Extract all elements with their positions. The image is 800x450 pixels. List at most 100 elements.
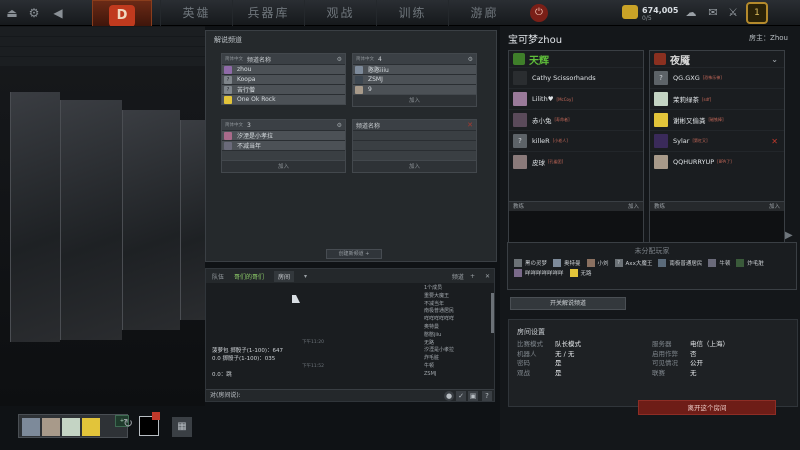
channel-slot bbox=[222, 150, 345, 160]
channel-settings-icon[interactable]: ⚙ bbox=[337, 56, 342, 63]
avatar bbox=[224, 95, 232, 104]
avatar bbox=[514, 259, 522, 267]
team-header[interactable]: 夜魇 ⌄ bbox=[650, 51, 784, 67]
tab-party[interactable]: 哥们的哥们 bbox=[234, 272, 264, 281]
player-slot[interactable]: 皮球 [孔雀团] bbox=[509, 151, 643, 172]
team-radiant: 天辉 Cathy Scissorhands Lilith♥ [McCoy] 赤小兔… bbox=[508, 50, 644, 248]
lobby-title: 宝可梦zhou bbox=[508, 35, 563, 46]
chevron-down-icon[interactable]: ▾ bbox=[304, 273, 307, 280]
avatar bbox=[355, 75, 363, 84]
join-coach-button[interactable]: 加入 bbox=[769, 202, 780, 211]
chat-message: 0.0：跳 bbox=[212, 372, 232, 378]
chevron-right-icon[interactable]: ▶ bbox=[785, 230, 793, 241]
member[interactable]: 炸毛脏 bbox=[424, 355, 492, 363]
member[interactable]: 汐湮是小孝拉 bbox=[424, 347, 492, 355]
join-channel-button[interactable]: 加入 bbox=[353, 160, 476, 172]
friends-icon[interactable]: ▦ bbox=[172, 417, 192, 437]
mail-icon[interactable]: ✉ bbox=[704, 4, 722, 22]
top-bar: ⏏ ⚙ ◀ D 英雄 兵器库 观战 训练 游廊 ⏻ 674,005 0/5 ☁ … bbox=[0, 0, 800, 30]
channel-name: 4 bbox=[378, 55, 382, 63]
settings-gear-icon[interactable]: ⚙ bbox=[26, 5, 42, 21]
nav-arcade[interactable]: 游廊 bbox=[448, 0, 520, 26]
unassigned-player[interactable]: 咩咩咩咩咩咩咩 bbox=[514, 268, 564, 278]
help-icon[interactable]: ? bbox=[482, 391, 492, 401]
player-slot[interactable]: ? killeR [小老人] bbox=[509, 130, 643, 151]
avatar bbox=[654, 134, 668, 148]
message-time: 下午11:52 bbox=[302, 364, 324, 369]
notification-icon[interactable]: ☁ bbox=[682, 4, 700, 22]
player-slot[interactable]: QQHURRYUP [8PA了] bbox=[650, 151, 784, 172]
broadcast-channel: 简体中文 3 ⚙ 汐湮是小孝拉 不减当年 加入 bbox=[221, 119, 346, 173]
unassigned-title: 未分配玩家 bbox=[634, 247, 670, 255]
unassigned-player[interactable]: 小刘 bbox=[586, 258, 609, 268]
channel-slot bbox=[353, 130, 476, 140]
unassigned-player[interactable]: ? Axx大魔王 bbox=[614, 258, 652, 268]
nav-learn[interactable]: 训练 bbox=[376, 0, 448, 26]
member[interactable]: 奥特曼 bbox=[424, 324, 492, 332]
avatar: ? bbox=[224, 85, 232, 94]
join-channel-button[interactable]: 加入 bbox=[222, 160, 345, 172]
close-channel-icon[interactable]: ✕ bbox=[467, 121, 473, 129]
unassigned-player[interactable]: 炸毛脏 bbox=[736, 258, 764, 268]
chevron-down-icon[interactable]: ⌄ bbox=[771, 55, 778, 64]
nav-watch[interactable]: 观战 bbox=[304, 0, 376, 26]
unassigned-player[interactable]: 南极普通居民 bbox=[658, 258, 702, 268]
kick-player-icon[interactable]: ✕ bbox=[771, 137, 778, 146]
back-arrow-icon[interactable]: ◀ bbox=[50, 5, 66, 21]
add-channel-icon[interactable]: + bbox=[470, 273, 475, 280]
emoji-icon[interactable]: ● bbox=[444, 391, 454, 401]
toggle-broadcast-button[interactable]: 开关解说频道 bbox=[510, 297, 626, 310]
nav-armory[interactable]: 兵器库 bbox=[232, 0, 304, 26]
unassigned-player[interactable]: 黑の灵梦 bbox=[514, 258, 547, 268]
join-coach-button[interactable]: 加入 bbox=[628, 202, 639, 211]
chat-input[interactable]: 对(房间说): ● ✓ ▣ ? bbox=[206, 389, 494, 401]
voice-icon[interactable]: ▣ bbox=[468, 391, 478, 401]
channel-player: One Ok Rock bbox=[222, 94, 345, 104]
member[interactable]: 咩咩咩咩咩咩 bbox=[424, 316, 492, 324]
avatar bbox=[654, 92, 668, 106]
join-channel-button[interactable]: 加入 bbox=[353, 94, 476, 106]
close-chat-icon[interactable]: ✕ bbox=[485, 273, 490, 280]
player-slot[interactable]: 谢彬又偷粪 [磁铁棒] bbox=[650, 109, 784, 130]
refresh-icon[interactable]: ↻ bbox=[118, 416, 138, 436]
player-slot[interactable]: 茉莉绿茶 [sdf] bbox=[650, 88, 784, 109]
player-slot[interactable]: Lilith♥ [McCoy] bbox=[509, 88, 643, 109]
exit-icon[interactable]: ⏏ bbox=[4, 5, 20, 21]
panel-title: 解说频道 bbox=[214, 36, 242, 44]
unassigned-player[interactable]: 奥特曼 bbox=[553, 258, 581, 268]
channel-player: zhou bbox=[222, 64, 345, 74]
leave-lobby-button[interactable]: 离开这个房间 bbox=[638, 400, 776, 415]
dota-logo-icon: D bbox=[109, 5, 135, 27]
channel-slot bbox=[353, 150, 476, 160]
level-badge[interactable]: 1 bbox=[746, 2, 768, 24]
tab-team[interactable]: 队伍 bbox=[212, 272, 224, 281]
battle-pass-icon[interactable]: ⚔ bbox=[724, 4, 742, 22]
member[interactable]: ZSMJ bbox=[424, 371, 492, 379]
member[interactable]: 重要大魔王 bbox=[424, 293, 492, 301]
unassigned-player[interactable]: 牛顿 bbox=[708, 258, 730, 268]
tab-lobby[interactable]: 房间 bbox=[274, 270, 295, 282]
channel-label[interactable]: 频道 bbox=[452, 272, 464, 281]
chat-scrollbar[interactable] bbox=[491, 293, 494, 333]
create-channel-button[interactable]: 创建新频道 + bbox=[326, 249, 382, 259]
player-slot[interactable]: ? QG.GXG [恐怖乐神] bbox=[650, 67, 784, 88]
member[interactable]: 牛顿 bbox=[424, 363, 492, 371]
channel-settings-icon[interactable]: ⚙ bbox=[468, 56, 473, 63]
notification-badge-icon bbox=[152, 412, 160, 420]
avatar bbox=[224, 65, 232, 74]
unassigned-player[interactable]: 无路 bbox=[569, 268, 592, 278]
radiant-emblem-icon bbox=[513, 53, 525, 65]
member[interactable]: 憨憨jiiu bbox=[424, 332, 492, 340]
player-slot[interactable]: 赤小兔 [寿命者] bbox=[509, 109, 643, 130]
channel-name: 频道名称 bbox=[356, 122, 381, 130]
player-slot[interactable]: Sylar [第杠又] ✕ bbox=[650, 130, 784, 151]
channel-settings-icon[interactable]: ⚙ bbox=[337, 122, 342, 129]
channel-player: ZSMJ bbox=[353, 74, 476, 84]
nav-heroes[interactable]: 英雄 bbox=[160, 0, 232, 26]
power-icon[interactable]: ⏻ bbox=[530, 4, 548, 22]
player-slot[interactable]: Cathy Scissorhands bbox=[509, 67, 643, 88]
lobby-host: 房主：Zhou bbox=[749, 34, 788, 42]
team-header[interactable]: 天辉 bbox=[509, 51, 643, 67]
send-icon[interactable]: ✓ bbox=[456, 391, 466, 401]
party-members[interactable]: + bbox=[18, 414, 129, 438]
